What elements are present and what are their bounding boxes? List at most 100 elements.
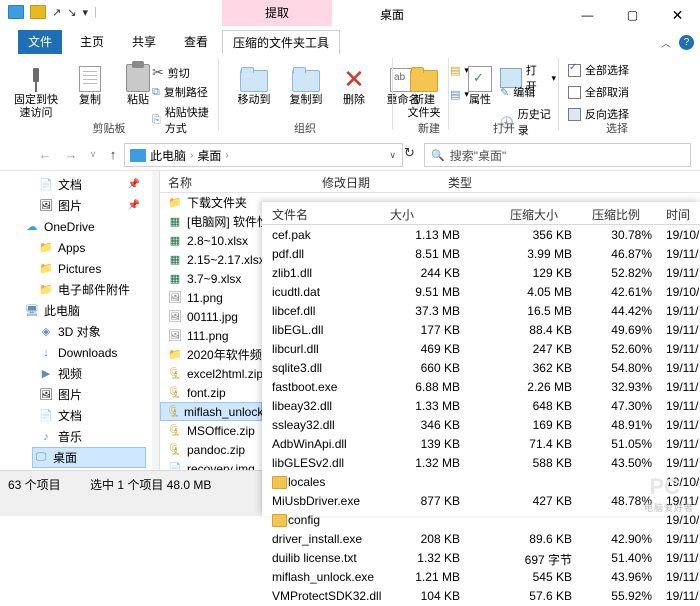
archive-file-packed: 3.99 MB — [527, 247, 572, 261]
pin-icon[interactable]: 📌 — [128, 200, 140, 211]
file-row[interactable]: ▦ 2.15~2.17.xlsx — [160, 250, 265, 269]
archive-row[interactable]: driver_install.exe 208 KB 89.6 KB 42.90%… — [262, 530, 700, 549]
archive-row[interactable]: libEGL.dll 177 KB 88.4 KB 49.69% 19/11/ — [262, 321, 700, 340]
file-row[interactable]: 🗜 MSOffice.zip — [160, 421, 255, 440]
archive-column-packed[interactable]: 压缩大小 — [510, 206, 558, 223]
up-button[interactable]: ↑ — [104, 145, 122, 163]
edit-button[interactable]: ✎ 编辑 — [500, 84, 535, 100]
file-row[interactable]: 📁 下载文件夹 — [160, 193, 247, 212]
help-icon[interactable]: ? — [679, 34, 694, 50]
archive-column-size[interactable]: 大小 — [390, 206, 414, 223]
archive-row[interactable]: miflash_unlock.exe 1.21 MB 545 KB 43.96%… — [262, 568, 700, 587]
tab-compressed-tools[interactable]: 压缩的文件夹工具 — [222, 30, 341, 56]
nav-item-apps[interactable]: 📁 Apps — [38, 237, 146, 258]
breadcrumb-item-1[interactable]: 桌面 — [197, 147, 221, 164]
archive-row[interactable]: libcef.dll 37.3 MB 16.5 MB 44.42% 19/11/ — [262, 302, 700, 321]
file-row[interactable]: 🖼 00111.jpg — [160, 307, 238, 326]
file-row[interactable]: ▦ 2.8~10.xlsx — [160, 231, 248, 250]
recent-locations-button[interactable]: ∨ — [84, 145, 102, 163]
archive-row[interactable]: icudtl.dat 9.51 MB 4.05 MB 42.61% 19/10/ — [262, 283, 700, 302]
close-button[interactable]: ✕ — [655, 0, 700, 30]
nav-item-onedrive[interactable]: ☁ OneDrive — [24, 216, 146, 237]
nav-item-desktop[interactable]: 🖵 桌面 — [32, 447, 146, 468]
nav-item-downloads[interactable]: ↓ Downloads — [38, 342, 146, 363]
copy-path-button[interactable]: ⧉ 复制路径 — [152, 84, 208, 100]
archive-row[interactable]: libGLESv2.dll 1.32 MB 588 KB 43.50% 19/1… — [262, 454, 700, 473]
archive-row[interactable]: duilib license.txt 1.32 KB 697 字节 51.40%… — [262, 549, 700, 568]
breadcrumb-item-0[interactable]: 此电脑 — [150, 147, 186, 164]
move-to-button[interactable]: 移动到 — [226, 58, 282, 107]
file-row[interactable]: 📁 2020年软件频道 — [160, 345, 274, 364]
maximize-button[interactable]: ▢ — [610, 0, 655, 30]
address-path-box[interactable]: 此电脑 › 桌面 › ∨ — [124, 143, 403, 167]
address-dropdown-icon[interactable]: ∨ — [389, 150, 396, 161]
search-box[interactable]: 🔍 搜索"桌面" — [424, 143, 691, 167]
undo-icon[interactable]: ↗ — [52, 6, 61, 19]
archive-row[interactable]: pdf.dll 8.51 MB 3.99 MB 46.87% 19/11/ — [262, 245, 700, 264]
file-row-selected[interactable]: 🗜 miflash_unlock- — [160, 402, 267, 421]
collapse-ribbon-icon[interactable]: ︿ — [661, 35, 671, 50]
nav-item-documents[interactable]: 📄 文档 📌 — [38, 174, 146, 195]
folder-yellow-icon[interactable] — [30, 5, 46, 19]
search-input[interactable]: 搜索"桌面" — [450, 147, 507, 164]
archive-row[interactable]: VMProtectSDK32.dll 104 KB 57.6 KB 55.92%… — [262, 587, 700, 606]
redo-icon[interactable]: ↘ — [67, 6, 76, 19]
file-row[interactable]: ▦ 3.7~9.xlsx — [160, 269, 242, 288]
quick-access-toolbar[interactable]: ↗ ↘ ▾ | — [8, 5, 97, 19]
tab-extract[interactable]: 提取 — [222, 0, 332, 26]
nav-item-documents-pc[interactable]: 📄 文档 — [38, 405, 146, 426]
nav-item-3d-objects[interactable]: ◈ 3D 对象 — [38, 321, 146, 342]
archive-file-ratio: 48.91% — [611, 418, 652, 432]
archive-row-folder[interactable]: config 19/10/ — [262, 511, 700, 530]
tab-share[interactable]: 共享 — [122, 30, 166, 54]
archive-row[interactable]: fastboot.exe 6.88 MB 2.26 MB 32.93% 19/1… — [262, 378, 700, 397]
archive-row[interactable]: libcurl.dll 469 KB 247 KB 52.60% 19/11/ — [262, 340, 700, 359]
nav-item-this-pc[interactable]: 🖥 此电脑 — [24, 300, 146, 321]
file-row[interactable]: 🗜 pandoc.zip — [160, 440, 245, 459]
nav-item-pictures-onedrive[interactable]: 📁 Pictures — [38, 258, 146, 279]
pin-icon[interactable]: 📌 — [128, 179, 140, 190]
archive-row[interactable]: zlib1.dll 244 KB 129 KB 52.82% 19/11/ — [262, 264, 700, 283]
archive-row[interactable]: cef.pak 1.13 MB 356 KB 30.78% 19/10/ — [262, 226, 700, 245]
archive-row[interactable]: sqlite3.dll 660 KB 362 KB 54.80% 19/11/ — [262, 359, 700, 378]
column-header-date[interactable]: 修改日期 — [322, 174, 370, 191]
chevron-down-icon[interactable]: ▾ — [82, 6, 88, 19]
back-button[interactable]: ← — [36, 145, 54, 163]
archive-row-folder[interactable]: locales 19/10/ — [262, 473, 700, 492]
file-row[interactable]: 🖼 111.png — [160, 326, 229, 345]
nav-item-videos[interactable]: ▶ 视频 — [38, 363, 146, 384]
cut-button[interactable]: ✂ 剪切 — [152, 64, 190, 81]
column-header-type[interactable]: 类型 — [448, 174, 472, 191]
archive-file-size: 244 KB — [420, 266, 460, 280]
chevron-down-icon[interactable]: ▾ — [551, 73, 556, 84]
forward-button[interactable]: → — [62, 145, 80, 163]
file-row[interactable]: 🗜 excel2html.zip — [160, 364, 263, 383]
select-none-button[interactable]: 全部取消 — [568, 84, 629, 100]
archive-column-time[interactable]: 时间 — [666, 206, 690, 223]
tab-view[interactable]: 查看 — [174, 30, 218, 54]
archive-row[interactable]: MiUsbDriver.exe 877 KB 427 KB 48.78% 19/… — [262, 492, 700, 511]
archive-file-name: sqlite3.dll — [272, 361, 323, 375]
file-row[interactable]: 🖼 11.png — [160, 288, 223, 307]
refresh-button[interactable]: ↻ — [404, 145, 415, 161]
column-header-name[interactable]: 名称 — [168, 174, 192, 191]
select-all-button[interactable]: 全部选择 — [568, 62, 629, 78]
archive-column-name[interactable]: 文件名 — [272, 206, 308, 223]
archive-row[interactable]: libeay32.dll 1.33 MB 648 KB 47.30% 19/11… — [262, 397, 700, 416]
pane-splitter[interactable] — [152, 171, 160, 471]
tab-home[interactable]: 主页 — [70, 30, 114, 54]
archive-row[interactable]: AdbWinApi.dll 139 KB 71.4 KB 51.05% 19/1… — [262, 435, 700, 454]
minimize-button[interactable]: — — [565, 0, 610, 30]
tab-file[interactable]: 文件 — [18, 30, 62, 54]
folder-blue-icon[interactable] — [8, 5, 24, 19]
file-row[interactable]: 🗜 font.zip — [160, 383, 226, 402]
archive-row[interactable]: ssleay32.dll 346 KB 169 KB 48.91% 19/11/ — [262, 416, 700, 435]
new-folder-button[interactable]: 新建 文件夹 — [396, 58, 452, 120]
nav-item-pictures-pc[interactable]: 🖼 图片 — [38, 384, 146, 405]
archive-column-ratio[interactable]: 压缩比例 — [592, 206, 640, 223]
pin-to-quick-access-button[interactable]: 固定到快 速访问 — [8, 58, 64, 120]
nav-item-email-attachments[interactable]: 📁 电子邮件附件 — [38, 279, 150, 300]
nav-item-music[interactable]: ♪ 音乐 — [38, 426, 146, 447]
nav-item-pictures[interactable]: 🖼 图片 📌 — [38, 195, 146, 216]
group-label-open: 打开 — [493, 123, 515, 135]
